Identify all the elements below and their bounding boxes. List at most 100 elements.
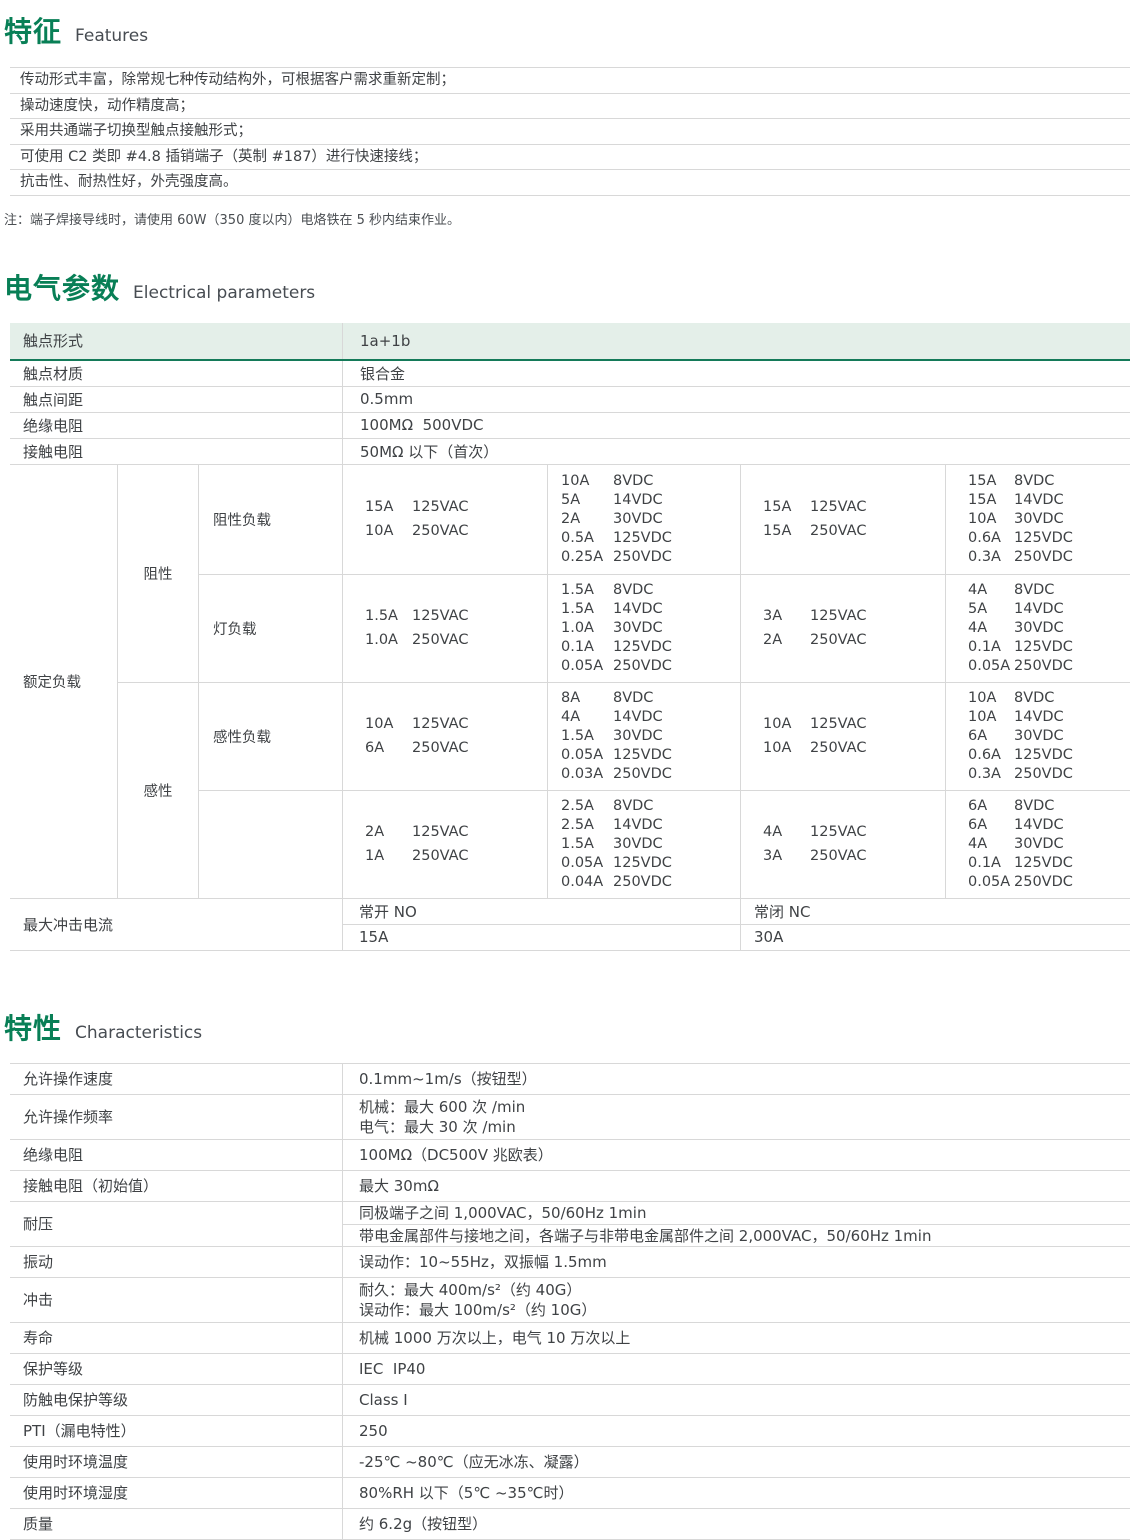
characteristic-label: 保护等级 [10, 1354, 343, 1384]
characteristic-row: 接触电阻（初始值）最大 30mΩ [10, 1171, 1130, 1202]
rating-line: 0.1A125VDC [561, 638, 740, 657]
load-group-label: 感性 [118, 683, 199, 899]
current-value: 6A [968, 727, 1014, 746]
current-value: 6A [365, 736, 412, 760]
current-value: 1.0A [365, 628, 412, 652]
rating-line: 2.5A8VDC [561, 797, 740, 816]
rating-line: 0.3A250VDC [968, 765, 1130, 784]
rating-line: 5A14VDC [968, 600, 1130, 619]
load-type-label [199, 791, 343, 899]
dc-rating-cell: 6A8VDC6A14VDC4A30VDC0.1A125VDC0.05A250VD… [946, 791, 1130, 899]
characteristic-value: IEC IP40 [343, 1354, 1130, 1384]
dc-rating-cell: 2.5A8VDC2.5A14VDC1.5A30VDC0.05A125VDC0.0… [548, 791, 741, 899]
rated-load-grid: 额定负载阻性感性阻性负载15A125VAC10A250VAC10A8VDC5A1… [10, 465, 1130, 899]
characteristic-row: 寿命机械 1000 万次以上，电气 10 万次以上 [10, 1323, 1130, 1354]
spec-label: 绝缘电阻 [10, 413, 343, 438]
features-title: 特征 Features [4, 10, 1140, 50]
voltage-value: 8VDC [613, 581, 653, 600]
characteristic-value: -25℃ ~80℃（应无冰冻、凝露） [343, 1447, 1130, 1477]
voltage-value: 125VDC [1014, 746, 1073, 765]
characteristic-row: 允许操作频率机械：最大 600 次 /min电气：最大 30 次 /min [10, 1095, 1130, 1140]
voltage-value: 14VDC [613, 708, 663, 727]
voltage-value: 30VDC [613, 619, 663, 638]
current-value: 5A [561, 491, 613, 510]
ac-rating-cell: 10A125VAC6A250VAC [343, 683, 548, 791]
ac-rating-cell: 1.5A125VAC1.0A250VAC [343, 575, 548, 683]
current-value: 4A [968, 619, 1014, 638]
dc-rating-cell: 15A8VDC15A14VDC10A30VDC0.6A125VDC0.3A250… [946, 465, 1130, 575]
current-value: 1.5A [561, 835, 613, 854]
characteristic-label: 允许操作频率 [10, 1095, 343, 1139]
characteristic-label: 防触电保护等级 [10, 1385, 343, 1415]
characteristic-value: 80%RH 以下（5℃ ~35℃时） [343, 1478, 1130, 1508]
rating-line: 0.6A125VDC [968, 529, 1130, 548]
rating-line: 0.04A250VDC [561, 873, 740, 892]
voltage-value: 125VDC [1014, 854, 1073, 873]
rating-line: 3A125VAC [763, 604, 945, 628]
characteristic-label: 冲击 [10, 1278, 343, 1322]
inrush-nc-value: 30A [741, 925, 1130, 950]
characteristic-value-line: 80%RH 以下（5℃ ~35℃时） [359, 1483, 1130, 1503]
characteristic-value-line: 耐久：最大 400m/s²（约 40G） [359, 1280, 1130, 1300]
current-value: 0.05A [968, 873, 1014, 892]
rating-line: 15A14VDC [968, 491, 1130, 510]
rating-line: 15A125VAC [763, 495, 945, 519]
voltage-value: 125VDC [613, 638, 672, 657]
voltage-value: 125VAC [412, 712, 468, 736]
current-value: 4A [968, 835, 1014, 854]
characteristic-value-line: 误动作：最大 100m/s²（约 10G） [359, 1300, 1130, 1320]
current-value: 2A [561, 510, 613, 529]
ac-rating-cell: 3A125VAC2A250VAC [741, 575, 946, 683]
current-value: 1A [365, 844, 412, 868]
characteristics-section: 特性 Characteristics 允许操作速度0.1mm~1m/s（按钮型）… [0, 1007, 1140, 1540]
rating-line: 4A14VDC [561, 708, 740, 727]
characteristic-row: 使用时环境湿度80%RH 以下（5℃ ~35℃时） [10, 1478, 1130, 1509]
current-value: 0.25A [561, 548, 613, 567]
current-value: 0.1A [968, 638, 1014, 657]
rating-line: 1.5A125VAC [365, 604, 547, 628]
features-section: 特征 Features 传动形式丰富，除常规七种传动结构外，可根据客户需求重新定… [0, 10, 1140, 228]
voltage-value: 250VAC [810, 519, 866, 543]
characteristic-label: 耐压 [10, 1202, 343, 1246]
feature-item: 传动形式丰富，除常规七种传动结构外，可根据客户需求重新定制； [10, 67, 1130, 93]
load-type-label: 阻性负载 [199, 465, 343, 575]
current-value: 0.05A [561, 657, 613, 676]
current-value: 1.5A [561, 600, 613, 619]
current-value: 2A [365, 820, 412, 844]
spec-label: 触点材质 [10, 361, 343, 386]
feature-list: 传动形式丰富，除常规七种传动结构外，可根据客户需求重新定制；操动速度快，动作精度… [10, 67, 1130, 196]
characteristic-value: 机械：最大 600 次 /min电气：最大 30 次 /min [343, 1095, 1130, 1139]
voltage-value: 30VDC [1014, 619, 1064, 638]
spec-value: 0.5mm [343, 387, 1130, 412]
load-type-label: 灯负载 [199, 575, 343, 683]
spec-value: 50MΩ 以下（首次） [343, 439, 1130, 464]
characteristic-row: 绝缘电阻100MΩ（DC500V 兆欧表） [10, 1140, 1130, 1171]
characteristic-value-line: 机械 1000 万次以上，电气 10 万次以上 [359, 1328, 1130, 1348]
current-value: 1.5A [365, 604, 412, 628]
dc-rating-cell: 10A8VDC10A14VDC6A30VDC0.6A125VDC0.3A250V… [946, 683, 1130, 791]
characteristic-row: 保护等级IEC IP40 [10, 1354, 1130, 1385]
inrush-no-header: 常开 NO [343, 899, 741, 924]
voltage-value: 250VAC [412, 519, 468, 543]
rating-line: 0.1A125VDC [968, 638, 1130, 657]
current-value: 5A [968, 600, 1014, 619]
rating-line: 4A30VDC [968, 619, 1130, 638]
characteristic-value: 误动作：10~55Hz，双振幅 1.5mm [343, 1247, 1130, 1277]
rating-line: 4A30VDC [968, 835, 1130, 854]
voltage-value: 8VDC [1014, 689, 1054, 708]
current-value: 0.3A [968, 765, 1014, 784]
feature-item: 抗击性、耐热性好，外壳强度高。 [10, 169, 1130, 195]
voltage-value: 30VDC [1014, 835, 1064, 854]
characteristic-value-line: 250 [359, 1421, 1130, 1441]
spec-row: 触点材质银合金 [10, 361, 1130, 387]
spec-row: 绝缘电阻100MΩ 500VDC [10, 413, 1130, 439]
electrical-title: 电气参数 Electrical parameters [4, 267, 1140, 307]
characteristic-value: 耐久：最大 400m/s²（约 40G）误动作：最大 100m/s²（约 10G… [343, 1278, 1130, 1322]
current-value: 10A [365, 712, 412, 736]
rating-line: 5A14VDC [561, 491, 740, 510]
electrical-table: 触点形式 1a+1b 触点材质银合金触点间距0.5mm绝缘电阻100MΩ 500… [10, 323, 1130, 951]
current-value: 15A [763, 495, 810, 519]
voltage-value: 14VDC [1014, 491, 1064, 510]
characteristic-row: 耐压同极端子之间 1,000VAC，50/60Hz 1min带电金属部件与接地之… [10, 1202, 1130, 1247]
characteristic-value: 机械 1000 万次以上，电气 10 万次以上 [343, 1323, 1130, 1353]
